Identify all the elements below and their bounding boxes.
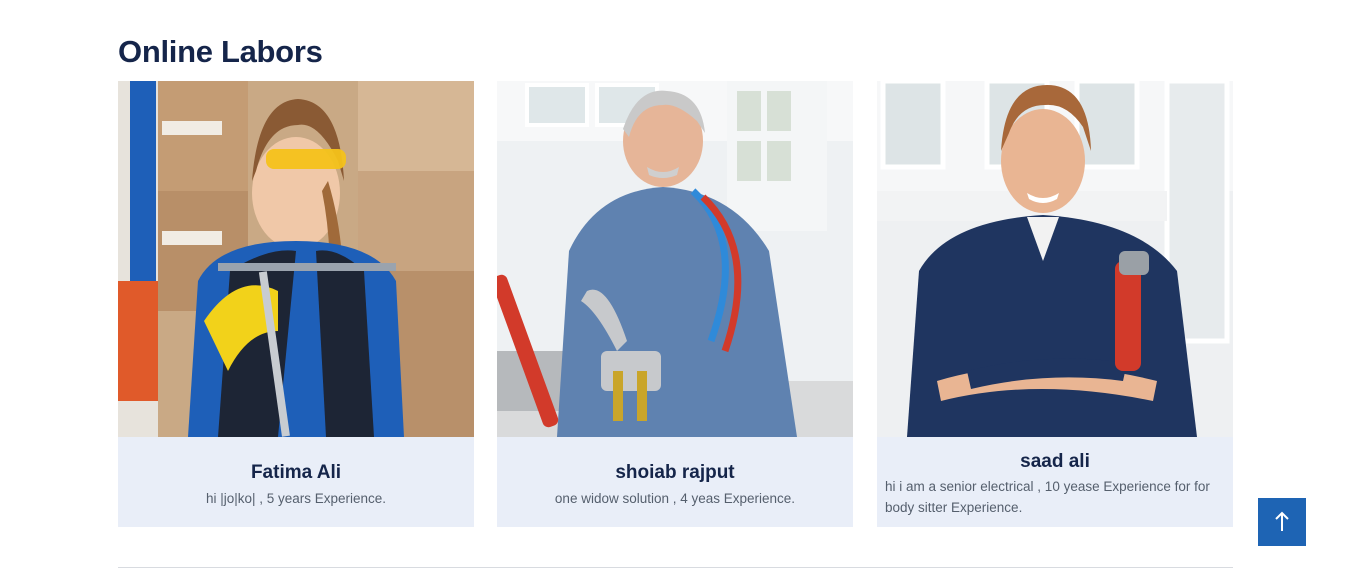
labor-name[interactable]: Fatima Ali — [118, 462, 474, 484]
worker-photo-fatima — [118, 81, 474, 437]
labor-name[interactable]: saad ali — [877, 451, 1233, 473]
labor-name[interactable]: shoiab rajput — [497, 462, 853, 484]
arrow-up-icon — [1275, 511, 1289, 531]
labor-card[interactable]: saad ali hi i am a senior electrical , 1… — [877, 81, 1233, 527]
scroll-to-top-button[interactable] — [1258, 498, 1306, 546]
labor-card[interactable]: Fatima Ali hi |jo|ko| , 5 years Experien… — [118, 81, 474, 527]
labor-photo[interactable] — [118, 81, 474, 437]
labor-photo[interactable] — [877, 81, 1233, 437]
labor-info: shoiab rajput one widow solution , 4 yea… — [497, 437, 853, 527]
section-title: Online Labors — [118, 34, 323, 69]
worker-photo-saad — [877, 81, 1233, 437]
labor-photo[interactable] — [497, 81, 853, 437]
labor-info: saad ali hi i am a senior electrical , 1… — [877, 437, 1233, 527]
labor-description: hi i am a senior electrical , 10 yease E… — [885, 479, 1210, 515]
section-divider — [118, 567, 1233, 568]
labor-info: Fatima Ali hi |jo|ko| , 5 years Experien… — [118, 437, 474, 527]
worker-photo-shoiab — [497, 81, 853, 437]
labor-cards: Fatima Ali hi |jo|ko| , 5 years Experien… — [118, 81, 1233, 527]
labor-description: hi |jo|ko| , 5 years Experience. — [205, 491, 387, 506]
labor-description: one widow solution , 4 yeas Experience. — [554, 491, 796, 506]
labor-card[interactable]: shoiab rajput one widow solution , 4 yea… — [497, 81, 853, 527]
